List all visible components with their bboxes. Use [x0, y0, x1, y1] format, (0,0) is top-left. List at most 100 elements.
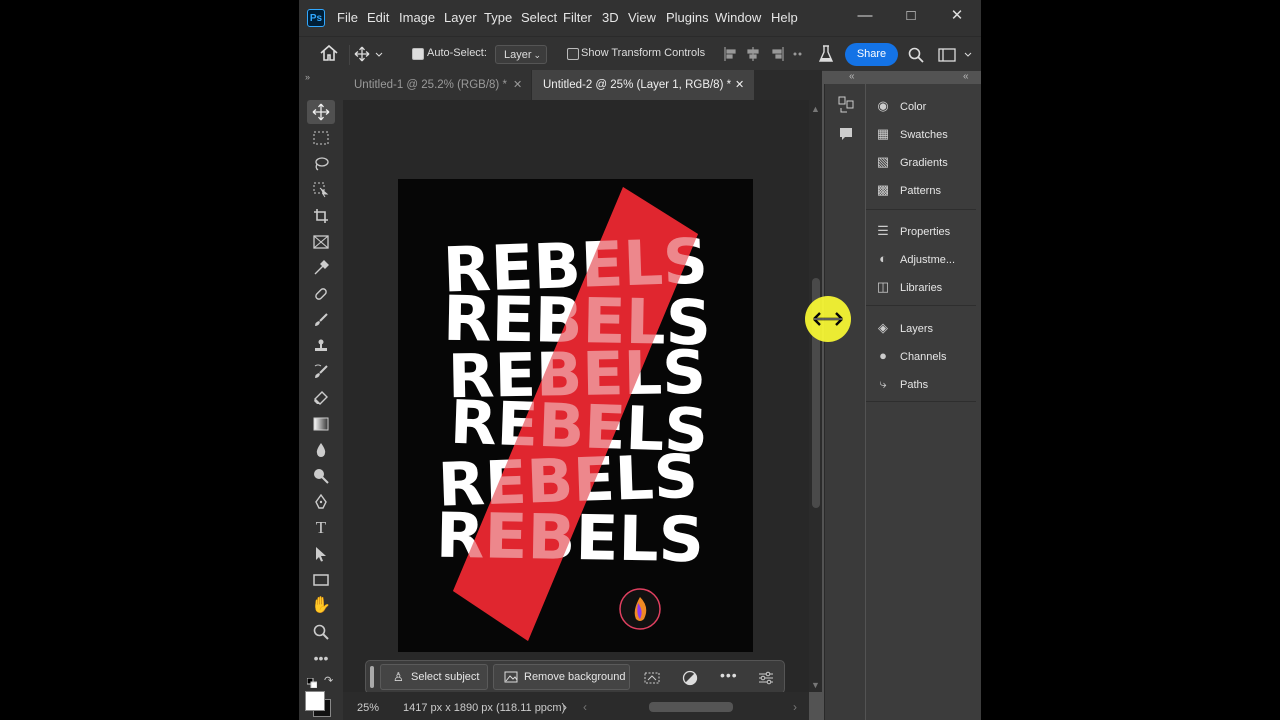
palette-icon: ◉ [877, 98, 889, 113]
history-brush-icon[interactable] [307, 360, 335, 384]
drag-handle[interactable] [370, 666, 374, 688]
eraser-tool-icon[interactable] [307, 386, 335, 410]
auto-select-checkbox[interactable] [412, 48, 424, 60]
menu-type[interactable]: Type [484, 10, 512, 25]
scroll-down-icon[interactable]: ▼ [811, 680, 820, 690]
ps-logo: Ps [307, 9, 325, 27]
menu-edit[interactable]: Edit [367, 10, 389, 25]
flask-icon[interactable] [817, 44, 835, 64]
layer-dropdown-value: Layer [504, 49, 532, 61]
scroll-left-icon[interactable]: ‹ [583, 700, 587, 714]
foreground-color-swatch[interactable] [305, 691, 325, 711]
move-tool-preset[interactable] [349, 45, 386, 65]
resize-horizontal-cursor-icon [813, 312, 843, 326]
eyedropper-tool-icon[interactable] [307, 256, 335, 280]
dodge-tool-icon[interactable] [307, 464, 335, 488]
cursor-highlight [805, 296, 851, 342]
menu-filter[interactable]: Filter [563, 10, 592, 25]
toolbar-collapse-icon[interactable]: » [305, 72, 310, 82]
scroll-right-icon[interactable]: › [793, 700, 797, 714]
panel-label: Swatches [900, 129, 948, 141]
canvas-area[interactable]: REBELS REBELS REBELS REBELS REBELS REBEL… [343, 100, 809, 692]
panel-swatches[interactable]: ▦ Swatches [874, 121, 948, 147]
menu-image[interactable]: Image [399, 10, 435, 25]
move-tool-icon[interactable] [307, 100, 335, 124]
pen-tool-icon[interactable] [307, 490, 335, 514]
panel-paths[interactable]: ⤷ Paths [874, 371, 928, 397]
menu-view[interactable]: View [628, 10, 656, 25]
tab-close-icon[interactable]: ✕ [513, 70, 522, 100]
workspace-icon[interactable] [937, 46, 977, 64]
auto-select-target-dropdown[interactable]: Layer ⌄ [495, 45, 547, 64]
share-button[interactable]: Share [845, 43, 898, 66]
document-tabs: Untitled-1 @ 25.2% (RGB/8) * ✕ Untitled-… [343, 70, 822, 100]
vertical-scrollbar[interactable]: ▲ ▼ [809, 100, 822, 692]
scroll-up-icon[interactable]: ▲ [811, 104, 820, 114]
tab-close-icon[interactable]: ✕ [735, 70, 744, 100]
image-icon [504, 665, 518, 692]
menu-select[interactable]: Select [521, 10, 557, 25]
panel-properties[interactable]: ☰ Properties [874, 218, 950, 244]
menu-file[interactable]: File [337, 10, 358, 25]
adjustment-icon[interactable] [682, 670, 698, 686]
close-icon[interactable]: ✕ [944, 6, 970, 26]
remove-background-label: Remove background [524, 671, 626, 683]
transform-icon[interactable] [644, 670, 660, 686]
panel-gradients[interactable]: ▧ Gradients [874, 149, 948, 175]
menubar: Ps File Edit Image Layer Type Select Fil… [299, 0, 981, 36]
photoshop-window: Ps File Edit Image Layer Type Select Fil… [299, 0, 981, 720]
remove-background-button[interactable]: Remove background [493, 664, 630, 690]
horizontal-scrollbar-thumb[interactable] [649, 702, 733, 712]
path-select-icon[interactable] [307, 542, 335, 566]
crop-tool-icon[interactable] [307, 204, 335, 228]
swap-colors-icon[interactable]: ↷ [324, 674, 333, 687]
align-controls[interactable] [723, 46, 803, 62]
hand-tool-icon[interactable]: ✋ [307, 594, 335, 618]
menu-plugins[interactable]: Plugins [666, 10, 709, 25]
search-icon[interactable] [907, 46, 925, 64]
tab-untitled-2[interactable]: Untitled-2 @ 25% (Layer 1, RGB/8) * ✕ [532, 70, 754, 100]
blur-tool-icon[interactable] [307, 438, 335, 462]
panels-collapse-icon[interactable]: « [963, 71, 969, 82]
more-options-icon[interactable]: ••• [720, 667, 738, 683]
menu-help[interactable]: Help [771, 10, 798, 25]
panel-channels[interactable]: ● Channels [874, 343, 946, 369]
history-panel-icon[interactable] [838, 96, 854, 114]
rectangle-tool-icon[interactable] [307, 568, 335, 592]
marquee-tool-icon[interactable] [307, 126, 335, 150]
object-select-tool-icon[interactable] [307, 178, 335, 202]
default-colors-icon[interactable] [306, 675, 318, 689]
document-canvas[interactable]: REBELS REBELS REBELS REBELS REBELS REBEL… [398, 179, 753, 652]
panel-libraries[interactable]: ◫ Libraries [874, 274, 942, 300]
menu-3d[interactable]: 3D [602, 10, 619, 25]
panel-patterns[interactable]: ▩ Patterns [874, 177, 941, 203]
show-transform-checkbox[interactable] [567, 48, 579, 60]
status-chevron-icon[interactable]: › [563, 700, 567, 714]
more-tools-icon[interactable]: ••• [307, 646, 335, 670]
menu-window[interactable]: Window [715, 10, 761, 25]
panel-layers[interactable]: ◈ Layers [874, 315, 933, 341]
gradient-tool-icon[interactable] [307, 412, 335, 436]
clone-stamp-icon[interactable] [307, 334, 335, 358]
comments-panel-icon[interactable] [838, 126, 854, 142]
tab-untitled-1[interactable]: Untitled-1 @ 25.2% (RGB/8) * ✕ [343, 70, 531, 100]
panel-label: Color [900, 101, 927, 113]
home-icon[interactable] [319, 44, 341, 64]
select-subject-button[interactable]: ♙ Select subject [380, 664, 488, 690]
panel-label: Paths [900, 379, 929, 391]
type-tool-icon[interactable]: T [307, 516, 335, 540]
maximize-icon[interactable]: □ [898, 6, 924, 26]
sliders-icon: ☰ [877, 223, 889, 238]
settings-sliders-icon[interactable] [758, 670, 774, 686]
zoom-tool-icon[interactable] [307, 620, 335, 644]
menu-layer[interactable]: Layer [444, 10, 477, 25]
healing-brush-icon[interactable] [307, 282, 335, 306]
panel-adjustments[interactable]: ◐ Adjustme... [874, 246, 955, 272]
strip-collapse-icon[interactable]: « [849, 71, 855, 82]
minimize-icon[interactable]: — [852, 6, 878, 26]
zoom-level[interactable]: 25% [357, 702, 379, 714]
frame-tool-icon[interactable] [307, 230, 335, 254]
lasso-tool-icon[interactable] [307, 152, 335, 176]
panel-color[interactable]: ◉ Color [874, 93, 926, 119]
brush-tool-icon[interactable] [307, 308, 335, 332]
